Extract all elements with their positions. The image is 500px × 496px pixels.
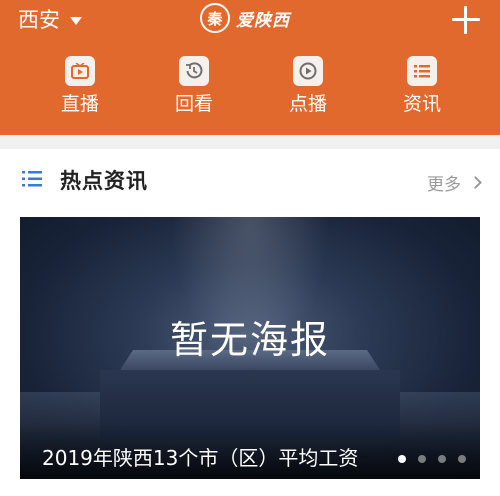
nav-label: 回看 [174, 93, 213, 115]
nav-label: 点播 [288, 93, 327, 115]
city-selector[interactable]: 西安 [18, 4, 82, 34]
more-label: 更多 [427, 175, 461, 195]
poster-placeholder-text: 暂无海报 [169, 318, 330, 362]
chevron-down-icon [70, 16, 82, 25]
nav-item-vod[interactable]: 点播 [251, 56, 365, 122]
city-name: 西安 [18, 8, 60, 32]
nav-item-live[interactable]: 直播 [23, 56, 137, 122]
section-title: 热点资讯 [60, 169, 148, 193]
carousel-dot[interactable] [418, 455, 426, 463]
list-icon [22, 171, 42, 187]
add-icon[interactable] [452, 6, 480, 34]
carousel-dot[interactable] [398, 455, 406, 463]
app-header: 西安 秦 爱陕西 直播 回看 点播 资讯 [0, 0, 500, 135]
nav-label: 资讯 [402, 93, 441, 115]
news-banner[interactable]: 暂无海报 2019年陕西13个市（区）平均工资 [20, 217, 480, 479]
app-logo: 秦 爱陕西 [200, 2, 290, 34]
seal-text: 秦 [207, 9, 223, 28]
logo-text: 爱陕西 [236, 10, 290, 31]
list-icon [407, 56, 437, 86]
carousel-dot[interactable] [438, 455, 446, 463]
chevron-right-icon [469, 176, 482, 189]
carousel-dots [398, 455, 466, 463]
nav-bar: 直播 回看 点播 资讯 [0, 56, 500, 122]
tv-icon [65, 56, 95, 86]
replay-icon [179, 56, 209, 86]
carousel-dot[interactable] [458, 455, 466, 463]
banner-caption: 2019年陕西13个市（区）平均工资 [42, 446, 359, 470]
nav-label: 直播 [60, 93, 99, 115]
nav-item-replay[interactable]: 回看 [137, 56, 251, 122]
nav-item-news[interactable]: 资讯 [365, 56, 479, 122]
seal-icon: 秦 [200, 3, 230, 33]
hot-news-header: 热点资讯 更多 [0, 160, 500, 200]
more-link[interactable]: 更多 [427, 170, 482, 195]
play-icon [293, 56, 323, 86]
section-divider [0, 135, 500, 149]
